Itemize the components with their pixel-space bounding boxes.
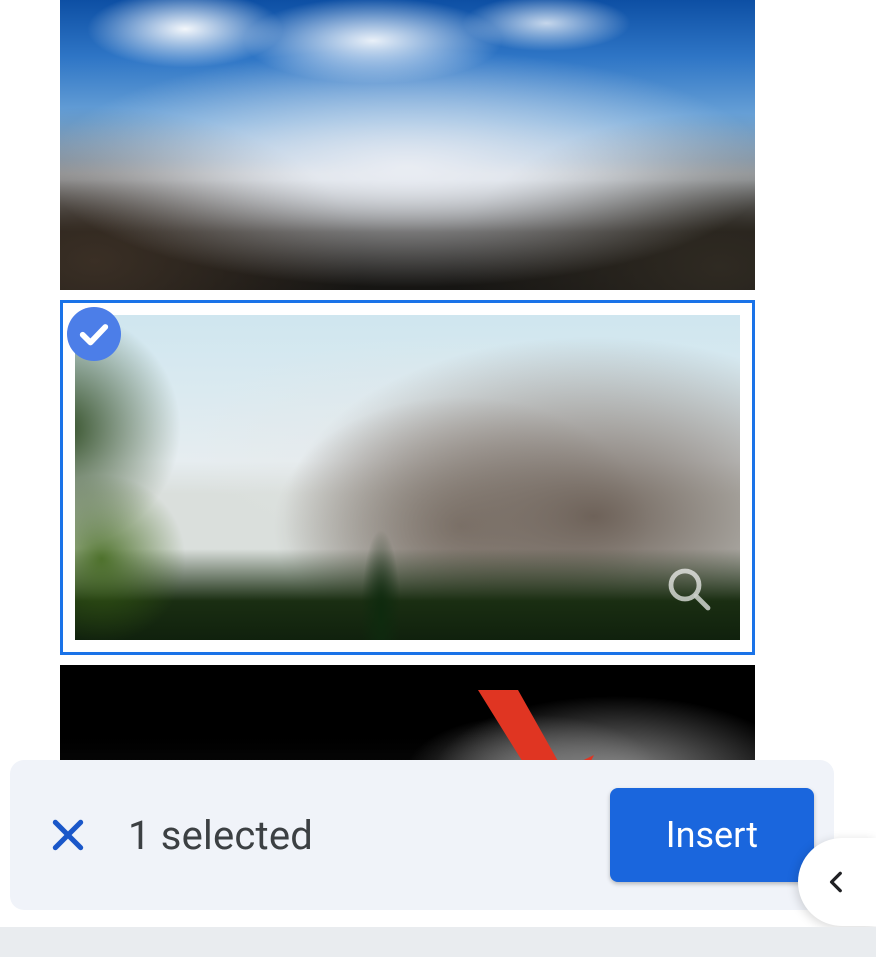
selection-action-bar: 1 selected Insert [10,760,834,910]
back-button[interactable] [798,838,876,926]
selected-count-label: 1 selected [128,812,610,859]
chevron-left-icon [824,869,850,895]
close-button[interactable] [44,811,92,859]
image-results-gallery [60,0,755,785]
check-icon [67,307,121,361]
magnify-icon[interactable] [664,564,712,612]
image-result[interactable] [60,0,755,290]
bottom-edge [0,927,876,957]
insert-button[interactable]: Insert [610,788,814,882]
close-icon [49,816,87,854]
image-thumbnail [75,315,740,640]
image-result-selected[interactable] [60,300,755,655]
